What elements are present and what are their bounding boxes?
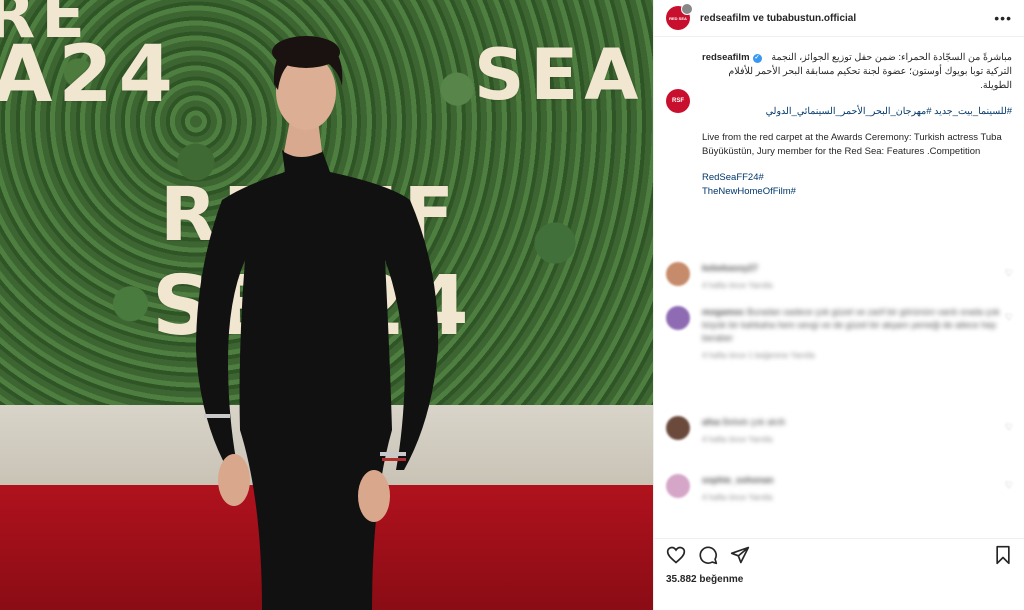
comment-avatar[interactable] [666, 262, 690, 286]
comment-item: afsa Bebek çok akıllı 4 hafta önce Yanıt… [666, 416, 1013, 474]
comment-username[interactable]: mogamoc [702, 307, 745, 317]
heart-icon[interactable] [666, 545, 686, 565]
comment-meta: 4 hafta önce Yanıtla [702, 281, 773, 290]
header-avatar[interactable]: RED SEA [666, 3, 693, 30]
hashtag-redseaff24[interactable]: RedSeaFF24# [702, 171, 1012, 185]
comment-username[interactable]: kebekasoy27 [702, 263, 758, 273]
post-actions-bar [654, 538, 1024, 566]
comment-like-icon[interactable]: ♡ [1005, 480, 1013, 491]
comment-avatar[interactable] [666, 306, 690, 330]
comment-text: Buradan sadece çok güzel ve zarif bir gö… [702, 307, 1000, 343]
comment-text: Bebek çok akıllı [722, 417, 786, 427]
caption-username[interactable]: redseafilm ✓ [702, 51, 762, 65]
comment-username[interactable]: afsa [702, 417, 720, 427]
actress-figure [196, 36, 439, 610]
caption-avatar[interactable]: RSF [666, 89, 690, 113]
more-options-icon[interactable]: ••• [994, 10, 1012, 26]
comment-list: kebekasoy27 4 hafta önce Yanıtla ♡ mogam… [654, 262, 1024, 530]
bookmark-icon[interactable] [993, 545, 1013, 565]
post-photo[interactable]: RE A24 REDFF SEA24 SEA [0, 0, 653, 610]
comment-like-icon[interactable]: ♡ [1005, 312, 1013, 323]
caption-english-text: Live from the red carpet at the Awards C… [702, 132, 1002, 157]
caption-arabic-tags[interactable]: #للسينما_بيت_جديد #مهرجان_البحر_الأحمر_ا… [702, 105, 1012, 119]
like-count[interactable]: 35.882 beğenme [666, 574, 743, 585]
comment-icon[interactable] [698, 545, 718, 565]
hashtag-thenewhomeoffilm[interactable]: TheNewHomeOfFilm# [702, 185, 1012, 199]
post-side-panel: RED SEA redseafilm ve tubabustun.officia… [653, 0, 1024, 610]
comment-meta: 4 hafta önce 1 beğenme Yanıtla [702, 351, 815, 360]
comment-like-icon[interactable]: ♡ [1005, 268, 1013, 279]
caption-arabic-text: مباشرةً من السجّادة الحمراء: ضمن حفل توز… [728, 52, 1012, 91]
comment-item: sophie_sohonan 4 hafta önce Yanıtla ♡ [666, 474, 1013, 518]
comment-meta: 4 hafta önce Yanıtla [702, 493, 773, 502]
avatar-label: RED SEA [669, 15, 687, 21]
collab-avatar[interactable] [681, 3, 693, 15]
comment-avatar[interactable] [666, 474, 690, 498]
comment-like-icon[interactable]: ♡ [1005, 422, 1013, 433]
comment-meta: 4 hafta önce Yanıtla [702, 435, 773, 444]
verified-badge-icon: ✓ [752, 53, 762, 63]
comment-item: mogamoc Buradan sadece çok güzel ve zari… [666, 306, 1013, 416]
caption-arabic: redseafilm ✓ مباشرةً من السجّادة الحمراء… [702, 51, 1012, 93]
send-icon[interactable] [730, 545, 750, 565]
comment-avatar[interactable] [666, 416, 690, 440]
comment-username[interactable]: sophie_sohonan [702, 475, 774, 485]
post-owner[interactable]: redseafilm ve tubabustun.official [700, 13, 994, 24]
comment-item: kebekasoy27 4 hafta önce Yanıtla ♡ [666, 262, 1013, 306]
post-caption: RSF redseafilm ✓ مباشرةً من السجّادة الح… [654, 37, 1024, 287]
post-header: RED SEA redseafilm ve tubabustun.officia… [654, 0, 1024, 37]
